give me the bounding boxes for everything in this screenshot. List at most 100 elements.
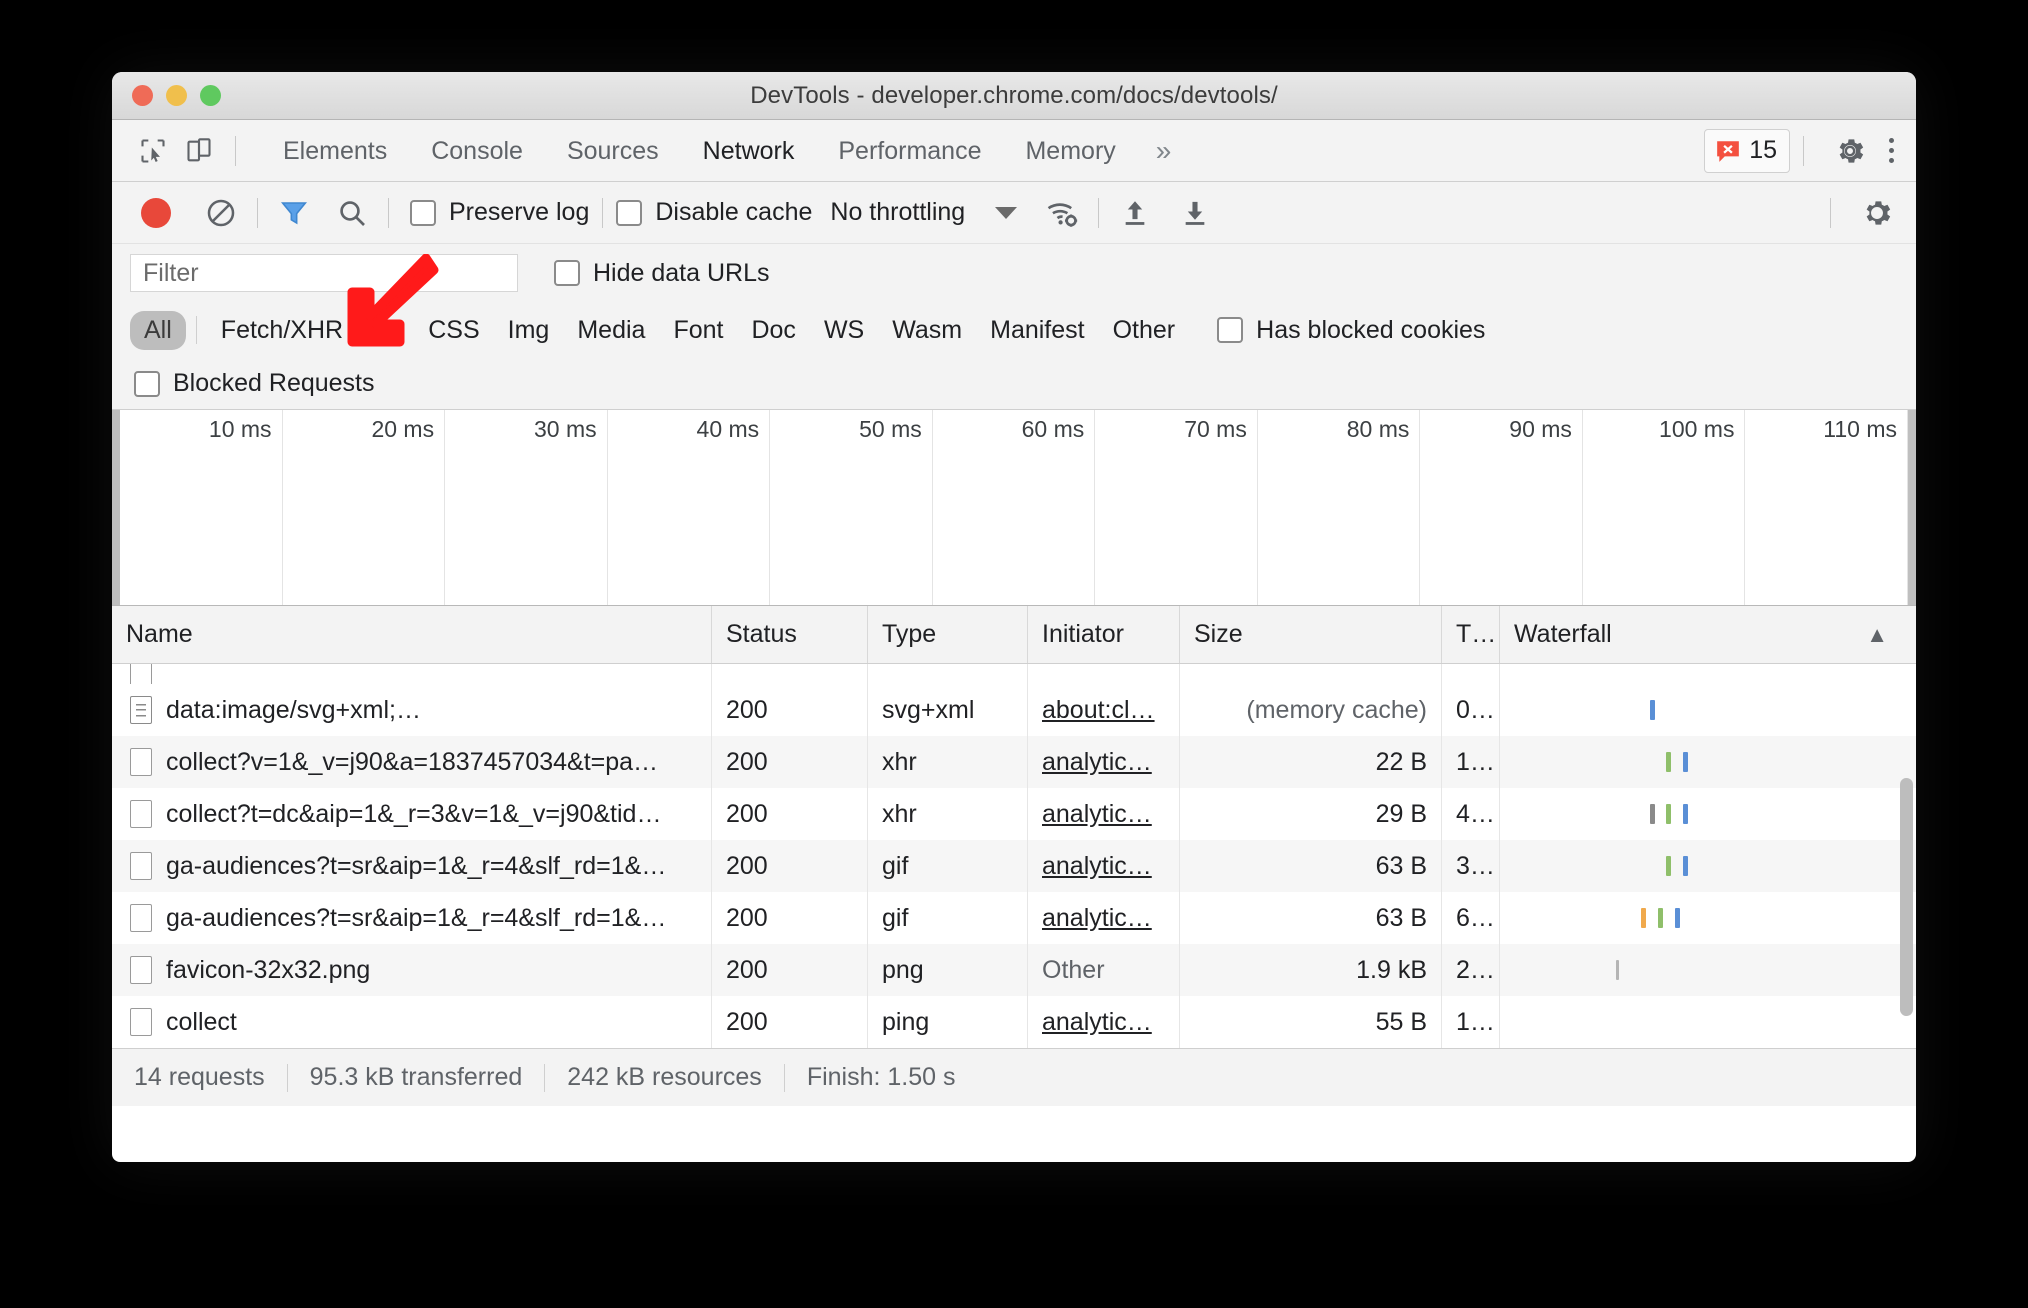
cell-name[interactable]: collect?t=dc&aip=1&_r=3&v=1&_v=j90&tid… xyxy=(112,788,712,840)
import-har-button[interactable] xyxy=(1112,190,1158,236)
transferred-size: 95.3 kB transferred xyxy=(309,1063,523,1091)
chip-fetch-xhr[interactable]: Fetch/XHR xyxy=(207,311,357,350)
overview-right-handle[interactable] xyxy=(1908,410,1916,605)
window-title: DevTools - developer.chrome.com/docs/dev… xyxy=(750,81,1278,109)
preserve-log-checkbox[interactable] xyxy=(410,199,436,226)
preserve-log-checkbox-group[interactable]: Preserve log xyxy=(410,198,589,227)
disable-cache-checkbox[interactable] xyxy=(616,199,643,226)
export-har-button[interactable] xyxy=(1172,190,1218,236)
cell-initiator[interactable]: analytic… xyxy=(1028,892,1180,944)
cell-initiator[interactable]: analytic… xyxy=(1028,996,1180,1048)
initiator-link[interactable]: analytic… xyxy=(1042,800,1152,829)
table-row[interactable]: ga-audiences?t=sr&aip=1&_r=4&slf_rd=1&… … xyxy=(112,892,1916,944)
network-overview-timeline[interactable]: 10 ms 20 ms 30 ms 40 ms 50 ms 60 ms 70 m… xyxy=(112,410,1916,606)
has-blocked-cookies-checkbox-group[interactable]: Has blocked cookies xyxy=(1217,316,1485,345)
cell-name[interactable]: collect xyxy=(112,996,712,1048)
column-header-status[interactable]: Status xyxy=(712,606,868,663)
throttling-select-value[interactable]: No throttling xyxy=(830,198,965,227)
column-header-size[interactable]: Size xyxy=(1180,606,1442,663)
table-row-clipped[interactable] xyxy=(112,664,1916,684)
waterfall-bar xyxy=(1616,960,1620,980)
request-name: collect xyxy=(166,1007,237,1036)
cell-waterfall xyxy=(1500,944,1916,996)
request-name: collect?v=1&_v=j90&a=1837457034&t=pa… xyxy=(166,747,659,776)
chevron-down-icon[interactable] xyxy=(995,206,1018,219)
chip-doc[interactable]: Doc xyxy=(737,311,809,350)
record-network-log-button[interactable] xyxy=(132,189,180,237)
cell-initiator[interactable]: about:cl… xyxy=(1028,684,1180,736)
chip-js[interactable]: JS xyxy=(357,311,414,350)
more-tabs-chevron-icon[interactable]: » xyxy=(1138,120,1190,182)
table-row[interactable]: ga-audiences?t=sr&aip=1&_r=4&slf_rd=1&… … xyxy=(112,840,1916,892)
initiator-link[interactable]: analytic… xyxy=(1042,1008,1152,1037)
initiator-link[interactable]: analytic… xyxy=(1042,852,1152,881)
cell-initiator[interactable]: analytic… xyxy=(1028,736,1180,788)
inspect-element-icon[interactable] xyxy=(130,128,176,174)
table-row[interactable]: collect?v=1&_v=j90&a=1837457034&t=pa… 20… xyxy=(112,736,1916,788)
cell-initiator[interactable]: analytic… xyxy=(1028,840,1180,892)
has-blocked-cookies-checkbox[interactable] xyxy=(1217,317,1244,343)
overview-tick-label: 90 ms xyxy=(1509,416,1572,442)
disable-cache-checkbox-group[interactable]: Disable cache xyxy=(616,198,812,227)
cell-name[interactable]: ga-audiences?t=sr&aip=1&_r=4&slf_rd=1&… xyxy=(112,892,712,944)
initiator-link[interactable]: analytic… xyxy=(1042,748,1152,777)
table-row[interactable]: collect 200 ping analytic… 55 B 1… xyxy=(112,996,1916,1048)
cell-time: 2… xyxy=(1442,944,1500,996)
blocked-requests-checkbox[interactable] xyxy=(134,370,160,397)
devtools-settings-button[interactable] xyxy=(1833,134,1867,168)
toggle-filter-button[interactable] xyxy=(271,190,317,236)
hide-data-urls-checkbox-group[interactable]: Hide data URLs xyxy=(554,259,769,288)
table-vertical-scrollbar[interactable] xyxy=(1900,778,1913,1016)
disable-cache-label: Disable cache xyxy=(655,198,813,226)
tab-elements[interactable]: Elements xyxy=(261,120,409,182)
cell-type: xhr xyxy=(868,736,1028,788)
chip-media[interactable]: Media xyxy=(563,311,659,350)
filter-input[interactable]: Filter xyxy=(130,254,518,292)
initiator-link[interactable]: about:cl… xyxy=(1042,696,1155,725)
device-toolbar-icon[interactable] xyxy=(176,128,222,174)
overview-tick-cell: 110 ms xyxy=(1745,410,1909,605)
column-header-type[interactable]: Type xyxy=(868,606,1028,663)
error-count-badge[interactable]: 15 xyxy=(1704,128,1790,173)
kebab-menu-icon[interactable] xyxy=(1889,138,1894,163)
sort-ascending-icon[interactable]: ▲ xyxy=(1866,622,1888,648)
column-header-waterfall[interactable]: Waterfall ▲ xyxy=(1500,606,1916,663)
network-settings-button[interactable] xyxy=(1860,196,1894,230)
table-row[interactable]: favicon-32x32.png 200 png Other 1.9 kB 2… xyxy=(112,944,1916,996)
network-conditions-button[interactable] xyxy=(1039,190,1085,236)
chip-wasm[interactable]: Wasm xyxy=(878,311,976,350)
cell-type: svg+xml xyxy=(868,684,1028,736)
tab-performance[interactable]: Performance xyxy=(816,120,1003,182)
chip-font[interactable]: Font xyxy=(659,311,737,350)
cell-size: (memory cache) xyxy=(1180,684,1442,736)
overview-left-handle[interactable] xyxy=(112,410,120,605)
column-header-time[interactable]: T… xyxy=(1442,606,1500,663)
tab-network[interactable]: Network xyxy=(681,120,817,182)
blocked-requests-checkbox-group[interactable]: Blocked Requests xyxy=(134,369,375,398)
initiator-link[interactable]: analytic… xyxy=(1042,904,1152,933)
clear-network-log-button[interactable] xyxy=(198,190,244,236)
search-requests-button[interactable] xyxy=(329,190,375,236)
chip-other[interactable]: Other xyxy=(1099,311,1190,350)
table-row[interactable]: collect?t=dc&aip=1&_r=3&v=1&_v=j90&tid… … xyxy=(112,788,1916,840)
overview-tick-cell: 60 ms xyxy=(933,410,1096,605)
document-icon xyxy=(130,1008,152,1036)
tab-memory[interactable]: Memory xyxy=(1003,120,1137,182)
tab-console[interactable]: Console xyxy=(409,120,545,182)
window-titlebar: DevTools - developer.chrome.com/docs/dev… xyxy=(112,72,1916,120)
chip-manifest[interactable]: Manifest xyxy=(976,311,1098,350)
tab-sources[interactable]: Sources xyxy=(545,120,681,182)
cell-name[interactable]: data:image/svg+xml;… xyxy=(112,684,712,736)
cell-name[interactable]: collect?v=1&_v=j90&a=1837457034&t=pa… xyxy=(112,736,712,788)
column-header-initiator[interactable]: Initiator xyxy=(1028,606,1180,663)
cell-initiator[interactable]: analytic… xyxy=(1028,788,1180,840)
chip-all[interactable]: All xyxy=(130,310,186,350)
chip-css[interactable]: CSS xyxy=(414,311,493,350)
cell-name[interactable]: favicon-32x32.png xyxy=(112,944,712,996)
table-row[interactable]: data:image/svg+xml;… 200 svg+xml about:c… xyxy=(112,684,1916,736)
cell-name[interactable]: ga-audiences?t=sr&aip=1&_r=4&slf_rd=1&… xyxy=(112,840,712,892)
chip-img[interactable]: Img xyxy=(494,311,564,350)
chip-ws[interactable]: WS xyxy=(810,311,878,350)
hide-data-urls-checkbox[interactable] xyxy=(554,260,580,286)
column-header-name[interactable]: Name xyxy=(112,606,712,663)
